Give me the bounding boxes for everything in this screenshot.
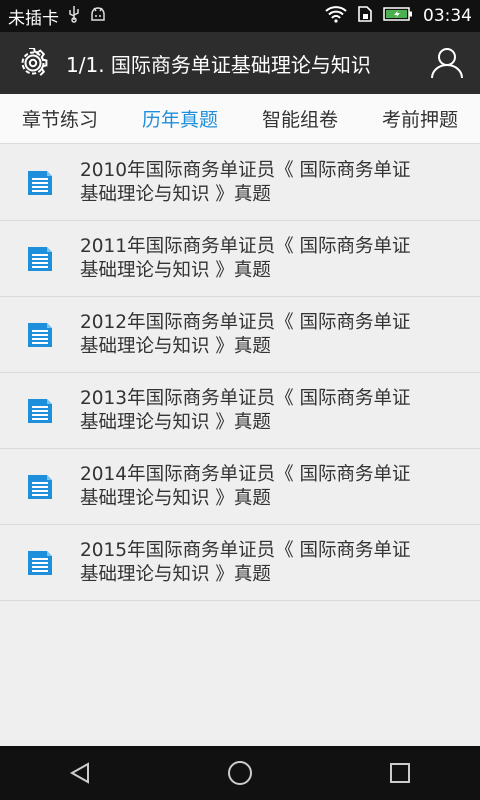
document-icon	[0, 244, 80, 274]
navigation-bar	[0, 746, 480, 800]
list-item-line2: 基础理论与知识 》真题	[80, 411, 271, 433]
list-item[interactable]: 2014年国际商务单证员《 国际商务单证 基础理论与知识 》真题	[0, 449, 480, 525]
list-item-line1: 2012年国际商务单证员《 国际商务单证	[80, 311, 411, 333]
wifi-icon	[325, 5, 347, 28]
user-icon	[431, 48, 463, 79]
tab-final-prediction[interactable]: 考前押题	[376, 94, 464, 144]
list-item[interactable]: 2010年国际商务单证员《 国际商务单证 基础理论与知识 》真题	[0, 145, 480, 221]
home-circle-icon	[228, 761, 252, 785]
carrier-label: 未插卡	[8, 8, 59, 29]
list-item-line1: 2010年国际商务单证员《 国际商务单证	[80, 159, 411, 181]
document-icon	[0, 548, 80, 578]
battery-charging-icon	[383, 6, 413, 27]
list-item-title: 2015年国际商务单证员《 国际商务单证 基础理论与知识 》真题	[80, 539, 480, 587]
list-item-line1: 2011年国际商务单证员《 国际商务单证	[80, 235, 411, 257]
status-left: 未插卡	[8, 4, 107, 29]
list-item-line2: 基础理论与知识 》真题	[80, 183, 271, 205]
tab-past-exams[interactable]: 历年真题	[136, 94, 224, 144]
app-bar: 1/1. 国际商务单证基础理论与知识	[0, 32, 480, 94]
gear-icon	[21, 48, 48, 76]
list-item[interactable]: 2013年国际商务单证员《 国际商务单证 基础理论与知识 》真题	[0, 373, 480, 449]
list-item-line1: 2014年国际商务单证员《 国际商务单证	[80, 463, 411, 485]
status-bar: 未插卡 03:34	[0, 0, 480, 32]
document-icon	[0, 396, 80, 426]
recents-square-icon	[390, 763, 410, 783]
tab-bar: 章节练习 历年真题 智能组卷 考前押题	[0, 94, 480, 144]
back-button[interactable]	[40, 746, 120, 800]
document-icon	[0, 168, 80, 198]
document-icon	[0, 472, 80, 502]
list-item-title: 2013年国际商务单证员《 国际商务单证 基础理论与知识 》真题	[80, 387, 480, 435]
usb-icon	[67, 5, 81, 28]
status-right: 03:34	[325, 5, 472, 28]
list-item[interactable]: 2015年国际商务单证员《 国际商务单证 基础理论与知识 》真题	[0, 525, 480, 601]
list-item[interactable]: 2012年国际商务单证员《 国际商务单证 基础理论与知识 》真题	[0, 297, 480, 373]
recents-button[interactable]	[360, 746, 440, 800]
list-item-title: 2011年国际商务单证员《 国际商务单证 基础理论与知识 》真题	[80, 235, 480, 283]
list-item-title: 2010年国际商务单证员《 国际商务单证 基础理论与知识 》真题	[80, 159, 480, 207]
back-triangle-icon	[69, 762, 89, 784]
list-item-line1: 2015年国际商务单证员《 国际商务单证	[80, 539, 411, 561]
tab-chapter-practice[interactable]: 章节练习	[16, 94, 104, 144]
list-item-title: 2012年国际商务单证员《 国际商务单证 基础理论与知识 》真题	[80, 311, 480, 359]
list-item-line2: 基础理论与知识 》真题	[80, 335, 271, 357]
list-item-line2: 基础理论与知识 》真题	[80, 487, 271, 509]
clock: 03:34	[423, 6, 472, 26]
list-item-line2: 基础理论与知识 》真题	[80, 563, 271, 585]
list-item-line1: 2013年国际商务单证员《 国际商务单证	[80, 387, 411, 409]
tab-smart-paper[interactable]: 智能组卷	[256, 94, 344, 144]
android-debug-icon	[89, 6, 107, 27]
exam-list: 2010年国际商务单证员《 国际商务单证 基础理论与知识 》真题 2011年国际商务…	[0, 145, 480, 601]
document-icon	[0, 320, 80, 350]
page-title: 1/1. 国际商务单证基础理论与知识	[66, 52, 371, 77]
list-item-line2: 基础理论与知识 》真题	[80, 259, 271, 281]
list-item[interactable]: 2011年国际商务单证员《 国际商务单证 基础理论与知识 》真题	[0, 221, 480, 297]
sim-icon	[357, 5, 373, 28]
list-item-title: 2014年国际商务单证员《 国际商务单证 基础理论与知识 》真题	[80, 463, 480, 511]
home-button[interactable]	[200, 746, 280, 800]
settings-button[interactable]	[0, 32, 66, 94]
user-button[interactable]	[414, 32, 480, 94]
